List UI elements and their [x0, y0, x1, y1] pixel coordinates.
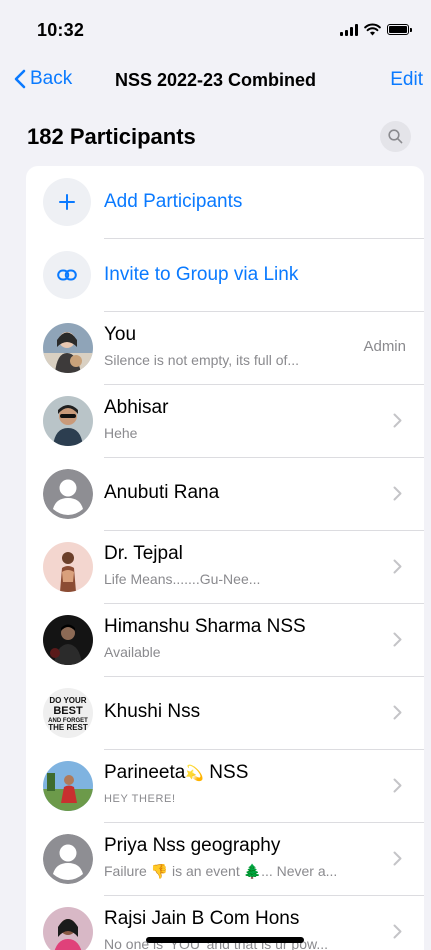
- battery-icon: [387, 24, 412, 35]
- chevron-right-icon: [393, 924, 402, 939]
- status-text: Failure: [104, 863, 151, 879]
- plus-icon: [59, 194, 75, 210]
- admin-badge: Admin: [363, 338, 406, 355]
- member-row-khushi-nss[interactable]: DO YOUR BEST AND FORGET THE REST Khushi …: [26, 677, 424, 749]
- member-name: Priya Nss geography: [104, 835, 281, 856]
- participants-header: 182 Participants: [0, 118, 431, 158]
- member-row-anubuti-rana[interactable]: Anubuti Rana: [26, 458, 424, 530]
- member-name: You: [104, 324, 137, 345]
- status-text: is an event: [168, 863, 244, 879]
- member-row-abhisar[interactable]: Abhisar Hehe: [26, 385, 424, 457]
- member-name-text: Parineeta: [104, 762, 186, 783]
- member-name: Rajsi Jain B Com Hons: [104, 908, 300, 929]
- invite-link-icon-circle: [43, 251, 91, 299]
- member-name: Anubuti Rana: [104, 482, 220, 503]
- member-status: Available: [104, 644, 161, 660]
- add-participants-label: Add Participants: [104, 191, 243, 212]
- avatar: [43, 323, 93, 373]
- status-time: 10:32: [37, 20, 85, 40]
- navigation-bar: Back NSS 2022-23 Combined Edit: [0, 60, 431, 104]
- member-name: Dr. Tejpal: [104, 543, 183, 564]
- edit-button[interactable]: Edit: [390, 69, 423, 91]
- thumbs-down-emoji: 👎: [150, 863, 169, 879]
- member-row-parineeta-nss[interactable]: Parineeta💫 NSS HEY THERE!: [26, 750, 424, 822]
- member-name: Abhisar: [104, 397, 169, 418]
- chevron-right-icon: [393, 705, 402, 720]
- avatar-text: THE REST: [48, 723, 88, 732]
- status-icons: [340, 23, 412, 36]
- chevron-right-icon: [393, 778, 402, 793]
- avatar: [43, 615, 93, 665]
- search-button[interactable]: [380, 121, 411, 152]
- member-name: Khushi Nss: [104, 701, 201, 722]
- add-participants-button[interactable]: Add Participants: [26, 166, 424, 238]
- link-icon: [57, 269, 77, 281]
- group-title: NSS 2022-23 Combined: [114, 70, 317, 90]
- invite-via-link-button[interactable]: Invite to Group via Link: [26, 239, 424, 311]
- member-status: Life Means.......Gu-Nee...: [104, 571, 261, 587]
- avatar-text: BEST: [53, 705, 83, 717]
- member-row-dr-tejpal[interactable]: Dr. Tejpal Life Means.......Gu-Nee...: [26, 531, 424, 603]
- member-status: Hehe: [104, 425, 138, 441]
- dizzy-emoji: 💫: [185, 765, 205, 782]
- chevron-right-icon: [393, 851, 402, 866]
- avatar: [43, 396, 93, 446]
- default-avatar-icon: [43, 469, 93, 519]
- invite-via-link-label: Invite to Group via Link: [104, 264, 299, 285]
- chevron-right-icon: [393, 413, 402, 428]
- search-icon: [388, 129, 403, 144]
- chevron-right-icon: [393, 559, 402, 574]
- participant-count: 182 Participants: [27, 124, 196, 149]
- member-row-you[interactable]: You Silence is not empty, its full of...…: [26, 312, 424, 384]
- avatar: DO YOUR BEST AND FORGET THE REST: [43, 688, 93, 738]
- member-name: Himanshu Sharma NSS: [104, 616, 306, 637]
- member-name: Parineeta💫 NSS: [104, 762, 248, 784]
- avatar-text: DO YOUR: [49, 696, 86, 705]
- avatar: [43, 761, 93, 811]
- add-participants-icon-circle: [43, 178, 91, 226]
- member-status: Silence is not empty, its full of...: [104, 352, 300, 368]
- home-indicator[interactable]: [146, 937, 304, 943]
- member-status: Failure 👎 is an event 🌲... Never a...: [104, 863, 337, 880]
- avatar: [43, 907, 93, 950]
- participants-list: Add Participants Invite to Group via Lin…: [26, 166, 424, 950]
- status-text: ... Never a...: [261, 863, 338, 879]
- member-row-priya-nss-geography[interactable]: Priya Nss geography Failure 👎 is an even…: [26, 823, 424, 895]
- wifi-icon: [364, 23, 381, 36]
- chevron-right-icon: [393, 632, 402, 647]
- cellular-signal-icon: [340, 23, 358, 36]
- member-name-text: NSS: [204, 762, 249, 783]
- tree-emoji: 🌲: [243, 863, 262, 879]
- avatar: [43, 542, 93, 592]
- default-avatar-icon: [43, 834, 93, 884]
- chevron-right-icon: [393, 486, 402, 501]
- member-status: HEY THERE!: [104, 793, 176, 805]
- member-row-himanshu-sharma[interactable]: Himanshu Sharma NSS Available: [26, 604, 424, 676]
- status-bar: 10:32: [0, 0, 431, 56]
